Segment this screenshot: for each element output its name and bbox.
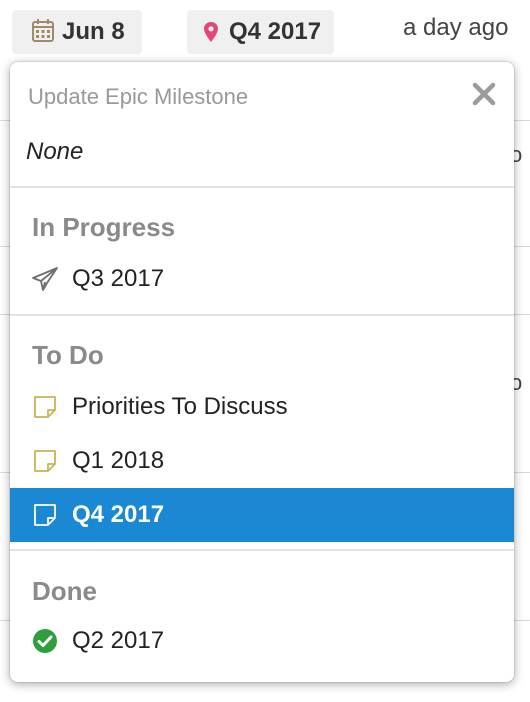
milestone-option-label: Q3 2017	[72, 265, 165, 292]
group-label-in-progress: In Progress	[32, 212, 176, 242]
milestone-chip-label: Q4 2017	[229, 18, 322, 45]
milestone-chip[interactable]: Q4 2017	[187, 10, 334, 54]
check-circle-icon	[30, 626, 60, 656]
none-option[interactable]: None	[26, 138, 83, 166]
milestone-option-label: Priorities To Discuss	[72, 393, 288, 420]
milestone-option-label: Q2 2017	[72, 627, 165, 654]
popover-header: Update Epic Milestone	[10, 62, 514, 128]
group-label-done: Done	[32, 576, 97, 606]
milestone-option-selected[interactable]: Q4 2017	[10, 488, 514, 542]
milestone-option-label: Q1 2018	[72, 447, 165, 474]
date-chip[interactable]: Jun 8 2017	[12, 10, 142, 54]
paper-plane-icon	[30, 264, 60, 294]
calendar-icon	[32, 18, 54, 42]
map-pin-icon	[203, 21, 219, 43]
milestone-option[interactable]: Priorities To Discuss	[10, 380, 514, 434]
sticky-note-icon	[30, 500, 60, 530]
popover-title: Update Epic Milestone	[28, 84, 249, 109]
milestone-option[interactable]: Q2 2017	[10, 614, 514, 668]
milestone-option-label: Q4 2017	[72, 501, 165, 528]
epic-milestone-popover: Update Epic Milestone None In Progress Q…	[10, 62, 514, 682]
date-chip-line1: Jun 8	[62, 18, 125, 45]
sticky-note-icon	[30, 446, 60, 476]
sticky-note-icon	[30, 392, 60, 422]
timestamp: a day ago	[403, 14, 509, 41]
milestone-option[interactable]: Q3 2017	[10, 252, 514, 306]
date-chip-line2: 2017	[48, 50, 101, 54]
divider	[10, 186, 514, 188]
milestone-option[interactable]: Q1 2018	[10, 434, 514, 488]
divider	[10, 549, 514, 551]
group-label-to-do: To Do	[32, 340, 104, 370]
divider	[10, 314, 514, 316]
close-icon[interactable]	[470, 80, 498, 108]
